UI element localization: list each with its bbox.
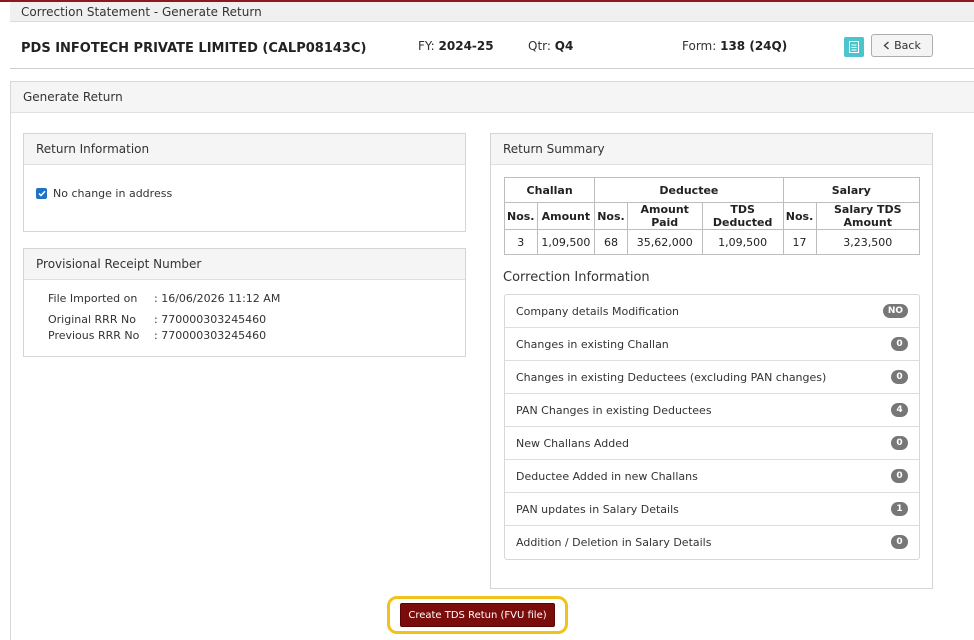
list-item: Changes in existing Challan 0 [505,328,919,361]
no-change-address-checkbox[interactable] [36,188,47,199]
correction-item-label: Addition / Deletion in Salary Details [516,536,712,549]
summary-group-row: Challan Deductee Salary [503,177,921,203]
list-item: Addition / Deletion in Salary Details 0 [505,526,919,559]
col-salary-nos: Nos. [782,202,817,230]
col-amount-paid: Amount Paid [626,202,703,230]
previous-rrr-value: : 770000303245460 [154,329,267,342]
page-header: PDS INFOTECH PRIVATE LIMITED (CALP08143C… [10,22,974,69]
correction-item-label: Changes in existing Deductees (excluding… [516,371,827,384]
generate-return-panel: Generate Return Return Information No ch… [10,81,974,640]
count-badge: 0 [891,370,908,384]
window-title: Correction Statement - Generate Return [21,5,262,19]
return-summary-panel: Return Summary Challan Deductee Salary N… [490,133,933,589]
company-name: PDS INFOTECH PRIVATE LIMITED (CALP08143C… [21,41,367,56]
col-salary-tds-amount: Salary TDS Amount [815,202,920,230]
count-badge: 4 [891,403,908,417]
original-rrr-value: : 770000303245460 [154,313,267,326]
chevron-left-icon [883,41,890,50]
summary-header-row: Nos. Amount Nos. Amount Paid TDS Deducte… [504,202,920,230]
create-button-highlight: Create TDS Retun (FVU file) [387,596,568,634]
col-challan-amount: Amount [536,202,596,230]
fy-info: FY: 2024-25 [418,39,494,53]
create-tds-return-button[interactable]: Create TDS Retun (FVU file) [400,603,555,627]
val-salary-tds-amount: 3,23,500 [815,229,920,255]
correction-item-label: PAN Changes in existing Deductees [516,404,712,417]
col-challan-nos: Nos. [504,202,538,230]
form-label: Form: [682,39,717,53]
list-item: PAN Changes in existing Deductees 4 [505,394,919,427]
checkmark-icon [37,190,46,197]
val-deductee-nos: 68 [594,229,628,255]
document-button[interactable] [844,37,864,57]
correction-item-label: New Challans Added [516,437,629,450]
generate-return-title: Generate Return [11,82,974,113]
correction-item-label: PAN updates in Salary Details [516,503,679,516]
qtr-value: Q4 [554,39,574,53]
original-rrr-key: Original RRR No [48,313,136,326]
original-rrr-row: Original RRR No : 770000303245460 [48,313,266,326]
qtr-info: Qtr: Q4 [528,39,573,53]
qtr-label: Qtr: [528,39,551,53]
previous-rrr-row: Previous RRR No : 770000303245460 [48,329,266,342]
col-deductee-nos: Nos. [594,202,628,230]
back-button-label: Back [894,39,921,52]
correction-item-label: Company details Modification [516,305,680,318]
correction-item-label: Changes in existing Challan [516,338,669,351]
summary-value-row: 3 1,09,500 68 35,62,000 1,09,500 17 3,23… [504,229,920,255]
previous-rrr-key: Previous RRR No [48,329,140,342]
group-deductee: Deductee [594,177,784,203]
val-tds-deducted: 1,09,500 [701,229,784,255]
correction-item-label: Deductee Added in new Challans [516,470,698,483]
val-challan-amount: 1,09,500 [536,229,596,255]
correction-list: Company details Modification NO Changes … [504,294,920,560]
form-value: 138 (24Q) [720,39,788,53]
group-salary: Salary [782,177,921,203]
return-summary-title: Return Summary [491,134,932,165]
back-button[interactable]: Back [871,34,933,57]
no-change-address-label: No change in address [53,187,173,200]
provisional-receipt-title: Provisional Receipt Number [24,249,465,280]
return-information-panel: Return Information No change in address [23,133,466,232]
correction-information-title: Correction Information [503,270,650,285]
val-challan-nos: 3 [504,229,538,255]
list-item: Company details Modification NO [505,295,919,328]
document-icon [849,41,859,53]
col-tds-deducted: TDS Deducted [701,202,784,230]
file-imported-value: : 16/06/2026 11:12 AM [154,292,281,305]
count-badge: 0 [891,337,908,351]
count-badge: 1 [891,502,908,516]
window-title-bar: Correction Statement - Generate Return [10,2,974,22]
count-badge: 0 [891,535,908,549]
list-item: Changes in existing Deductees (excluding… [505,361,919,394]
val-salary-nos: 17 [782,229,817,255]
file-imported-key: File Imported on [48,292,138,305]
fy-label: FY: [418,39,435,53]
count-badge: 0 [891,469,908,483]
val-amount-paid: 35,62,000 [626,229,703,255]
return-information-title: Return Information [24,134,465,165]
form-info: Form: 138 (24Q) [682,39,787,53]
provisional-receipt-panel: Provisional Receipt Number File Imported… [23,248,466,357]
list-item: New Challans Added 0 [505,427,919,460]
fy-value: 2024-25 [438,39,494,53]
group-challan: Challan [503,177,596,203]
list-item: PAN updates in Salary Details 1 [505,493,919,526]
count-badge: 0 [891,436,908,450]
no-change-address-row[interactable]: No change in address [36,187,172,200]
count-badge: NO [882,304,908,318]
file-imported-row: File Imported on : 16/06/2026 11:12 AM [48,292,280,305]
return-summary-table: Challan Deductee Salary Nos. Amount Nos.… [503,177,921,255]
list-item: Deductee Added in new Challans 0 [505,460,919,493]
